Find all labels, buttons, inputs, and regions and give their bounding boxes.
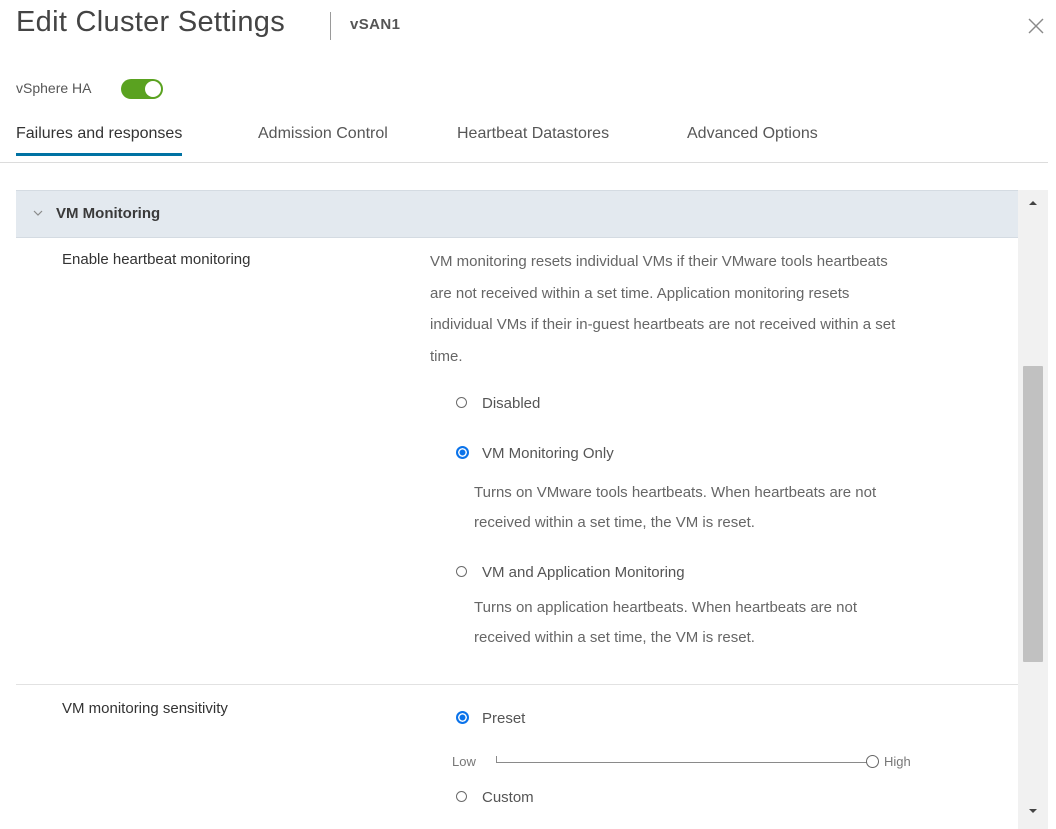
description-line: VM monitoring resets individual VMs if t… [430, 253, 888, 270]
toggle-knob [145, 81, 161, 97]
vm-and-application-monitoring-description: Turns on application heartbeats. When he… [474, 593, 994, 653]
row-divider [16, 684, 1018, 685]
radio-button[interactable] [456, 566, 467, 577]
description-line: individual VMs if their in-guest heartbe… [430, 316, 896, 333]
section-title: VM Monitoring [56, 205, 161, 222]
heartbeat-description: VM monitoring resets individual VMs if t… [430, 246, 1010, 372]
radio-label: Preset [482, 710, 526, 727]
description-line: are not received within a set time. Appl… [430, 284, 850, 302]
heartbeat-monitoring-label: Enable heartbeat monitoring [62, 251, 251, 268]
description-line: received within a set time, the VM is re… [474, 514, 755, 531]
tab-failures-and-responses[interactable]: Failures and responses [16, 125, 183, 156]
close-icon [1028, 18, 1044, 34]
edit-cluster-settings-dialog: Edit Cluster Settings vSAN1 vSphere HA F… [0, 0, 1056, 829]
radio-label: VM and Application Monitoring [482, 564, 685, 581]
chevron-down-icon [33, 210, 43, 216]
description-line: time. [430, 347, 463, 365]
monitoring-sensitivity-label: VM monitoring sensitivity [62, 700, 228, 717]
description-line: Turns on VMware tools heartbeats. When h… [474, 484, 877, 501]
radio-button[interactable] [456, 711, 469, 724]
scroll-down-arrow-icon[interactable] [1026, 806, 1040, 816]
vm-monitoring-section-header[interactable]: VM Monitoring [16, 190, 1018, 238]
radio-button[interactable] [456, 446, 469, 459]
vm-monitoring-only-description: Turns on VMware tools heartbeats. When h… [474, 478, 994, 538]
description-line: Turns on application heartbeats. When he… [474, 599, 858, 616]
title-separator [330, 12, 331, 40]
dialog-title: Edit Cluster Settings [16, 6, 286, 38]
close-button[interactable] [1024, 14, 1048, 38]
vertical-scrollbar[interactable] [1018, 190, 1048, 829]
radio-button[interactable] [456, 791, 467, 802]
slider-thumb[interactable] [865, 755, 879, 768]
vsphere-ha-label: vSphere HA [16, 80, 92, 96]
vsphere-ha-toggle[interactable] [121, 79, 163, 99]
tab-heartbeat-datastores[interactable]: Heartbeat Datastores [457, 125, 609, 155]
radio-label: VM Monitoring Only [482, 445, 614, 462]
description-line: received within a set time, the VM is re… [474, 629, 755, 646]
tab-admission-control[interactable]: Admission Control [258, 125, 388, 155]
scrollbar-thumb[interactable] [1023, 366, 1043, 662]
radio-label: Disabled [482, 395, 541, 412]
slider-low-label: Low [452, 754, 476, 769]
sensitivity-slider[interactable] [496, 762, 872, 763]
radio-button[interactable] [456, 397, 467, 408]
scroll-up-arrow-icon[interactable] [1026, 198, 1040, 208]
tab-advanced-options[interactable]: Advanced Options [687, 125, 818, 155]
settings-panel: VM Monitoring Enable heartbeat monitorin… [16, 190, 1018, 829]
slider-high-label: High [884, 754, 911, 769]
cluster-name: vSAN1 [350, 16, 401, 33]
radio-label: Custom [482, 789, 534, 806]
tab-bar: Failures and responses Admission Control… [0, 118, 1048, 163]
